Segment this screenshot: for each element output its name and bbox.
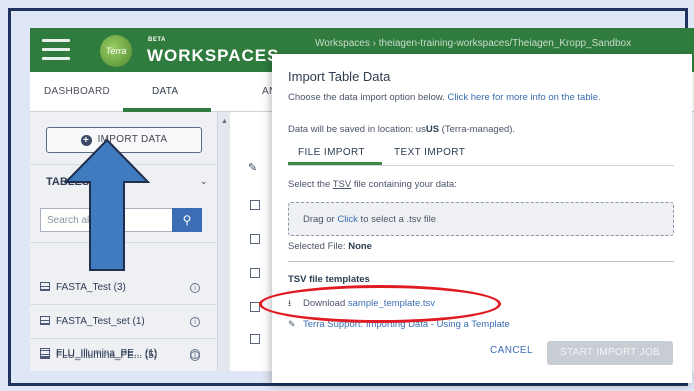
file-dropzone[interactable]: Drag or Click to select a .tsv file xyxy=(288,202,674,236)
external-link-icon: ✎ xyxy=(288,319,296,329)
selected-file: Selected File: None xyxy=(288,241,372,252)
beta-label: BETA xyxy=(148,37,166,43)
chevron-down-icon[interactable]: ⌄ xyxy=(200,176,208,187)
terra-logo[interactable]: Terra xyxy=(100,35,132,67)
description-text: Choose the data import option below. xyxy=(288,92,448,103)
table-name: FASTA_Test (3) xyxy=(56,282,126,293)
row-checkbox[interactable] xyxy=(250,234,260,244)
click-to-select-link[interactable]: Click xyxy=(337,214,358,225)
select-file-label: Select the TSV file containing your data… xyxy=(288,179,457,190)
start-import-button[interactable]: START IMPORT JOB xyxy=(547,341,673,365)
edit-icon[interactable]: ✎ xyxy=(248,161,257,174)
location-prefix: Data will be saved in location: us xyxy=(288,124,426,135)
location-note: Data will be saved in location: usUS (Te… xyxy=(288,124,515,135)
tab-text-import[interactable]: TEXT IMPORT xyxy=(394,147,465,158)
table-name: FASTA_Test_set (1) xyxy=(56,316,145,327)
menu-icon[interactable] xyxy=(42,39,70,61)
select-tsv: TSV xyxy=(332,179,352,190)
tab-file-import[interactable]: FILE IMPORT xyxy=(298,147,365,158)
sidebar-item-table[interactable]: FASTA_Test_set (1) xyxy=(40,316,145,327)
sidebar-divider xyxy=(30,338,218,339)
drop-prefix: Drag or xyxy=(303,214,338,225)
row-checkbox[interactable] xyxy=(250,268,260,278)
templates-heading: TSV file templates xyxy=(288,274,370,285)
sidebar-item-table[interactable]: FLU_Illumina_PE... (1) xyxy=(40,348,157,359)
selected-value: None xyxy=(348,241,372,252)
table-icon xyxy=(40,348,50,357)
sidebar-item-table[interactable]: FASTA_Test (3) xyxy=(40,282,126,293)
info-icon[interactable]: i xyxy=(190,317,200,327)
dialog-description: Choose the data import option below. Cli… xyxy=(288,92,664,103)
tab-divider xyxy=(288,165,674,166)
info-icon[interactable]: i xyxy=(190,349,200,359)
breadcrumb[interactable]: Workspaces › theiagen-training-workspace… xyxy=(315,38,631,49)
cancel-button[interactable]: CANCEL xyxy=(490,345,533,356)
select-suffix: file containing your data: xyxy=(351,179,457,190)
sidebar-divider xyxy=(30,304,218,305)
table-icon xyxy=(40,282,50,291)
page-title: WORKSPACES xyxy=(147,46,280,65)
annotation-arrow xyxy=(64,138,150,271)
section-divider xyxy=(288,261,674,262)
table-name: FLU_Illumina_PE... (1) xyxy=(56,348,158,359)
location-suffix: (Terra-managed). xyxy=(439,124,516,135)
tab-data[interactable]: DATA xyxy=(152,86,178,97)
location-value: US xyxy=(425,124,440,135)
tab-dashboard[interactable]: DASHBOARD xyxy=(44,86,110,97)
more-info-link[interactable]: Click here for more info on the table. xyxy=(448,92,601,103)
dialog-title: Import Table Data xyxy=(288,69,391,84)
table-icon xyxy=(40,316,50,325)
search-button[interactable]: ⚲ xyxy=(172,208,202,232)
scroll-up-icon[interactable]: ▲ xyxy=(221,118,228,125)
info-icon[interactable]: i xyxy=(190,283,200,293)
selected-label: Selected File: xyxy=(288,241,349,252)
search-icon: ⚲ xyxy=(182,213,192,227)
row-checkbox[interactable] xyxy=(250,200,260,210)
row-checkbox[interactable] xyxy=(250,334,260,344)
annotation-ellipse xyxy=(259,285,501,323)
sidebar-scrollbar[interactable] xyxy=(218,112,230,371)
import-table-dialog: Import Table Data Choose the data import… xyxy=(272,54,692,383)
drop-suffix: to select a .tsv file xyxy=(357,214,437,225)
select-prefix: Select the xyxy=(288,179,333,190)
